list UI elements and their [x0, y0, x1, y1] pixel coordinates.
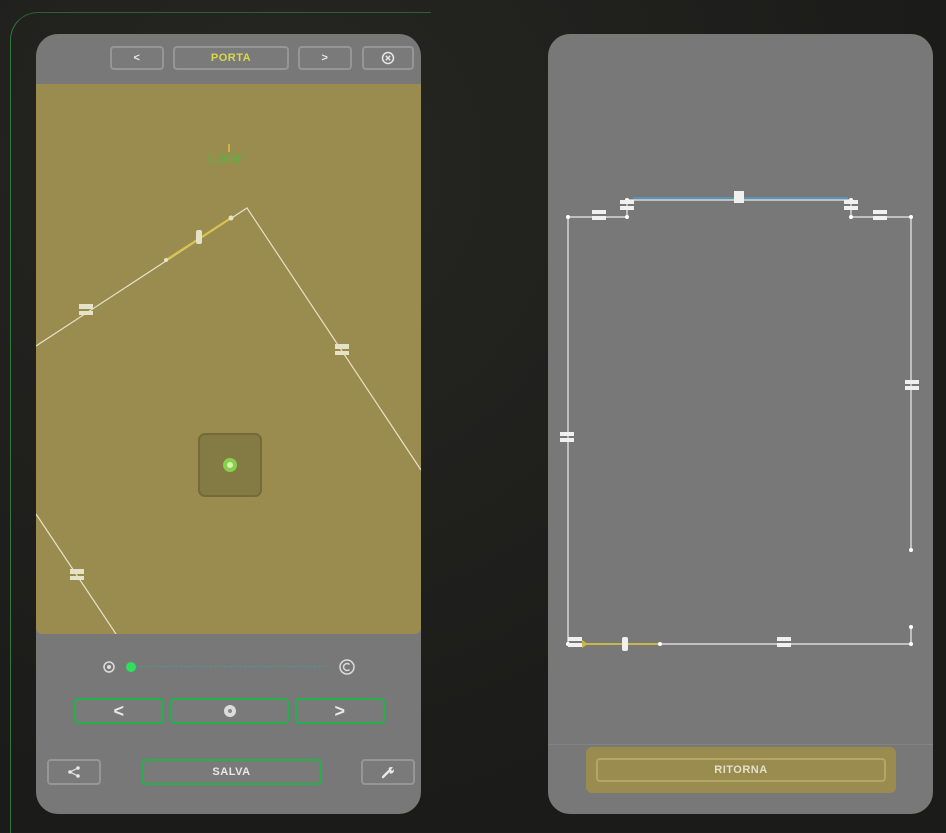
next-button[interactable]: > — [298, 46, 352, 70]
forward-label: > — [334, 700, 346, 721]
center-button[interactable] — [170, 698, 289, 724]
angle-readout: 0.000° — [208, 152, 246, 166]
wall-line — [567, 199, 912, 644]
footer-divider — [548, 744, 933, 745]
rotate-icon[interactable] — [338, 658, 356, 676]
overview-panel: RITORNA — [548, 34, 933, 814]
close-circle-icon — [381, 51, 395, 65]
prev-button[interactable]: < — [110, 46, 164, 70]
floorplan-overview — [560, 191, 919, 651]
title-button[interactable]: PORTA — [173, 46, 289, 70]
vertex-points — [566, 198, 913, 646]
share-button[interactable] — [47, 759, 101, 785]
return-button[interactable]: RITORNA — [596, 758, 886, 782]
editor-panel: < PORTA > 0.000° < > SALVA — [36, 34, 421, 814]
floorplan-drawing — [36, 144, 421, 634]
next-label: > — [321, 52, 329, 64]
floorplan-canvas[interactable]: 0.000° — [36, 84, 421, 634]
door-marker — [196, 230, 202, 244]
close-button[interactable] — [362, 46, 414, 70]
return-bar: RITORNA — [586, 747, 896, 793]
return-label: RITORNA — [714, 764, 768, 776]
save-button[interactable]: SALVA — [141, 759, 322, 785]
wall-line — [36, 207, 421, 471]
forward-button[interactable]: > — [295, 698, 385, 724]
panel-title: PORTA — [210, 52, 252, 64]
wrench-icon — [381, 766, 394, 779]
slider-handle[interactable] — [125, 661, 137, 673]
start-arrow — [582, 640, 588, 648]
share-icon — [68, 766, 80, 778]
slider-start-icon[interactable] — [102, 660, 116, 674]
back-label: < — [113, 700, 125, 721]
center-dot-icon — [223, 705, 236, 717]
slider-track[interactable] — [130, 666, 326, 668]
measure-tag — [560, 191, 919, 647]
door-marker — [622, 637, 628, 651]
save-label: SALVA — [212, 766, 251, 778]
back-button[interactable]: < — [74, 698, 164, 724]
prev-label: < — [133, 52, 141, 64]
tools-button[interactable] — [361, 759, 415, 785]
